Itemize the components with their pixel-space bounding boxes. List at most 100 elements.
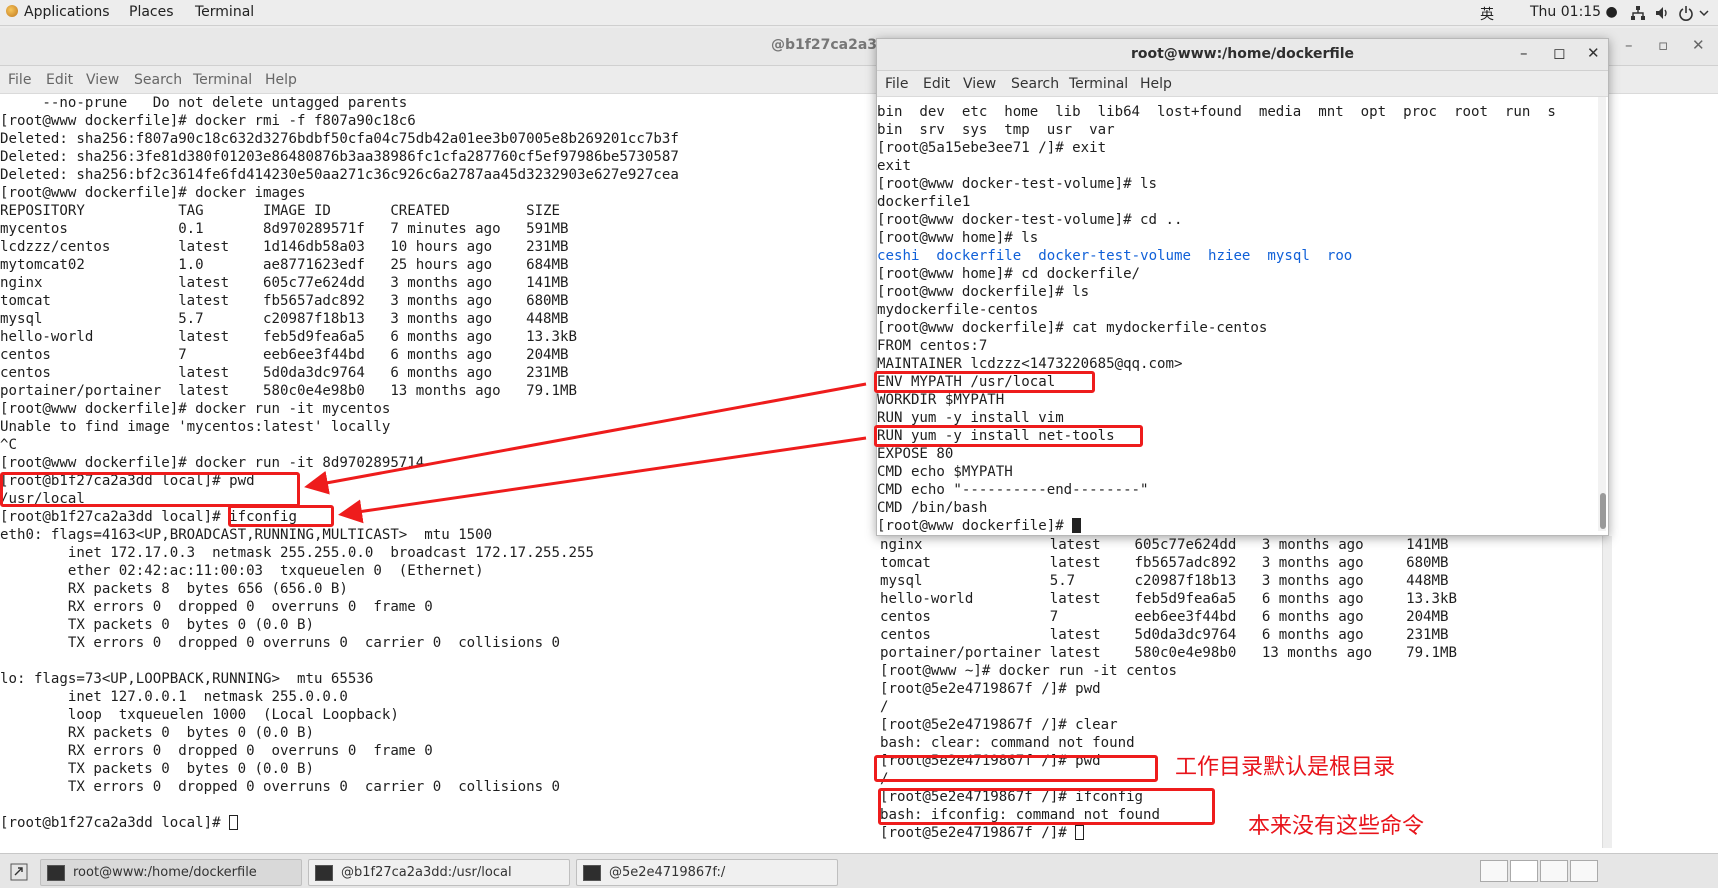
terminal-line: CMD /bin/bash [877,500,988,516]
workspace-2[interactable] [1510,860,1538,882]
applications-icon [6,5,18,17]
scrollbar-thumb[interactable] [1600,493,1606,529]
menu-search[interactable]: Search [1011,76,1059,92]
terminal-line: WORKDIR $MYPATH [877,392,1005,408]
taskbar-item-dockerfile[interactable]: root@www:/home/dockerfile [40,859,302,886]
terminal-line: TX packets 0 bytes 0 (0.0 B) [0,761,314,777]
terminal-line: lo: flags=73<UP,LOOPBACK,RUNNING> mtu 65… [0,671,374,687]
annotation-workdir-note: 工作目录默认是根目录 [1175,755,1396,780]
dockerfile-terminal-output[interactable]: bin dev etc home lib lib64 lost+found me… [877,103,1556,535]
main-terminal-output[interactable]: --no-prune Do not delete untagged parent… [0,94,860,832]
terminal-line: [root@www dockerfile]# cat mydockerfile-… [877,320,1268,336]
dockerfile-menubar: File Edit View Search Terminal Help [877,71,1608,97]
taskbar: root@www:/home/dockerfile @b1f27ca2a3dd:… [0,853,1718,888]
terminal-line: Deleted: sha256:3fe81d380f01203e86480876… [0,149,679,165]
terminal-line: RX errors 0 dropped 0 overruns 0 frame 0 [0,599,433,615]
highlight-pwd-usr-local [0,472,300,507]
taskbar-item-5e2e[interactable]: @5e2e4719867f:/ [576,859,838,886]
dockerfile-terminal-window[interactable]: root@www:/home/dockerfile – ◻ ✕ File Edi… [876,38,1609,536]
menu-file[interactable]: File [8,72,31,88]
terminal-line: EXPOSE 80 [877,446,954,462]
terminal-line: [root@www dockerfile]# docker run -it 8d… [0,455,425,471]
input-method-indicator[interactable]: 英 [1480,4,1494,24]
power-icon[interactable] [1678,5,1694,21]
dockerfile-window-title: root@www:/home/dockerfile [1130,46,1355,62]
terminal-menu[interactable]: Terminal [195,4,254,20]
text-cursor [229,815,239,830]
highlight-net-tools [874,425,1143,447]
terminal-line: FROM centos:7 [877,338,988,354]
terminal-line: [root@www docker-test-volume]# cd .. [877,212,1183,228]
taskbar-item-b1f27[interactable]: @b1f27ca2a3dd:/usr/local [308,859,570,886]
minimize-button[interactable]: – [1625,36,1633,54]
dockerfile-window-titlebar[interactable]: root@www:/home/dockerfile – ◻ ✕ [877,39,1608,71]
menu-edit[interactable]: Edit [923,76,950,92]
highlight-ifconfig [228,505,334,527]
terminal-line: [root@www dockerfile]# docker run -it my… [0,401,391,417]
workspace-4[interactable] [1570,860,1598,882]
text-cursor [1075,825,1085,840]
terminal-line: centos latest 5d0da3dc9764 6 months ago … [880,627,1449,643]
terminal-line: centos latest 5d0da3dc9764 6 months ago … [0,365,569,381]
menu-terminal[interactable]: Terminal [193,72,252,88]
menu-file[interactable]: File [885,76,908,92]
terminal-line: [root@www dockerfile]# docker images [0,185,306,201]
menu-help[interactable]: Help [1140,76,1172,92]
highlight-env-mypath [874,371,1095,393]
chevron-down-icon[interactable] [1698,7,1710,19]
terminal-line: dockerfile1 [877,194,971,210]
network-icon[interactable] [1630,5,1646,21]
maximize-button[interactable]: ◻ [1553,44,1565,62]
applications-menu[interactable]: Applications [24,4,110,20]
workspace-1[interactable] [1480,860,1508,882]
terminal-line: Unable to find image 'mycentos:latest' l… [0,419,391,435]
scrollbar[interactable] [1602,536,1612,848]
terminal-line: eth0: flags=4163<UP,BROADCAST,RUNNING,MU… [0,527,493,543]
highlight-pwd-root [874,755,1158,782]
clock[interactable]: Thu 01:15 ● [1530,4,1618,20]
terminal-line: [root@www dockerfile]# [877,517,1556,535]
terminal-line: [root@www dockerfile]# docker rmi -f f80… [0,113,416,129]
terminal-line: RX errors 0 dropped 0 overruns 0 frame 0 [0,743,433,759]
terminal-line: ^C [0,437,17,453]
terminal-line: tomcat latest fb5657adc892 3 months ago … [880,555,1449,571]
terminal-line: REPOSITORY TAG IMAGE ID CREATED SIZE [0,203,561,219]
terminal-line: TX packets 0 bytes 0 (0.0 B) [0,617,314,633]
places-menu[interactable]: Places [129,4,174,20]
terminal-line: mysql 5.7 c20987f18b13 3 months ago 448M… [880,573,1449,589]
taskbar-item-label: root@www:/home/dockerfile [73,865,257,880]
directory-entry: docker-test-volume [1038,248,1191,264]
terminal-line: [root@b1f27ca2a3dd local]# [0,814,860,832]
menu-view[interactable]: View [86,72,119,88]
menu-view[interactable]: View [963,76,996,92]
directory-entry: roo [1326,248,1353,264]
menu-search[interactable]: Search [134,72,182,88]
terminal-line: CMD echo $MYPATH [877,464,1013,480]
terminal-line: [root@www ~]# docker run -it centos [880,663,1177,679]
terminal-line: inet 127.0.0.1 netmask 255.0.0.0 [0,689,348,705]
maximize-button[interactable]: ▫ [1658,36,1668,54]
close-button[interactable]: ✕ [1692,36,1705,54]
terminal-line: loop txqueuelen 1000 (Local Loopback) [0,707,399,723]
terminal-icon [315,865,333,881]
terminal-line: portainer/portainer latest 580c0e4e98b0 … [880,645,1457,661]
close-button[interactable]: ✕ [1587,44,1600,62]
terminal-line: Deleted: sha256:bf2c3614fe6fd414230e50aa… [0,167,679,183]
workspace-3[interactable] [1540,860,1568,882]
scrollbar[interactable] [1598,97,1606,531]
directory-entry: dockerfile [936,248,1022,264]
menu-terminal[interactable]: Terminal [1069,76,1128,92]
minimize-button[interactable]: – [1520,44,1528,62]
top-panel: Applications Places Terminal 英 Thu 01:15… [0,0,1718,26]
show-desktop-icon[interactable] [10,863,28,881]
menu-edit[interactable]: Edit [46,72,73,88]
volume-icon[interactable] [1654,5,1670,21]
terminal-line: / [880,699,889,715]
terminal-icon [47,865,65,881]
terminal-line: portainer/portainer latest 580c0e4e98b0 … [0,383,577,399]
terminal-line: centos 7 eeb6ee3f44bd 6 months ago 204MB [0,347,569,363]
terminal-line: --no-prune Do not delete untagged parent… [0,95,408,111]
menu-help[interactable]: Help [265,72,297,88]
